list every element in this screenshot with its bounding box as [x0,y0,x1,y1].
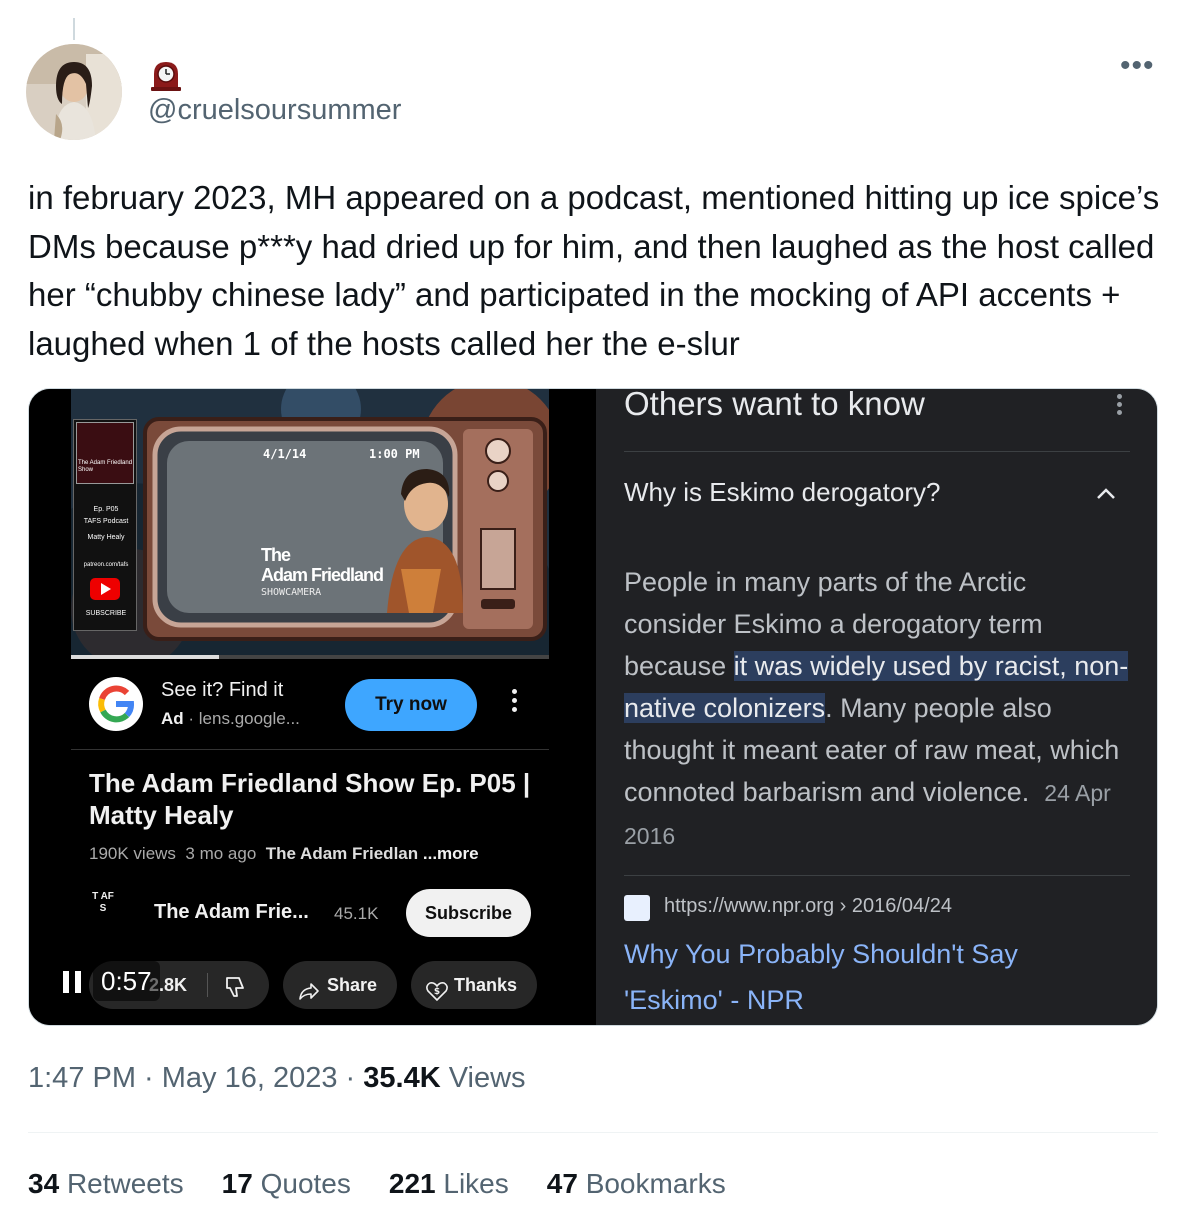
side-guest: Matty Healy [87,534,125,541]
thumb-show-line1: The [261,545,291,565]
ad-line: Ad · lens.google... [161,709,300,728]
video-meta: 190K views 3 mo ago The Adam Friedlan ..… [89,844,479,864]
more-options-icon[interactable]: ••• [1120,51,1164,86]
thumb-time: 1:00 PM [369,447,420,461]
thanks-label: Thanks [454,975,518,995]
section-more-icon[interactable] [1114,391,1124,421]
avatar[interactable] [26,44,122,140]
channel-logo-text: T AF S [92,891,114,914]
stat-retweets[interactable]: 34 Retweets [28,1168,184,1200]
stat-quotes[interactable]: 17 Quotes [222,1168,351,1200]
divider [624,451,1130,452]
stat-likes[interactable]: 221 Likes [389,1168,509,1200]
share-button[interactable]: Share [283,961,397,1009]
thumb-side-panel: The Adam Friedland Show Ep. P05 TAFS Pod… [73,419,137,631]
video-thumbnail[interactable]: 4/1/14 1:00 PM The Adam Friedland SHOWCA… [71,389,549,657]
likes-count: 221 [388,1168,436,1199]
bookmarks-label: Bookmarks [585,1168,726,1199]
likes-label: Likes [443,1168,509,1199]
try-now-button[interactable]: Try now [345,679,477,731]
dislike-icon[interactable] [221,971,249,999]
video-age: 3 mo ago [185,844,257,863]
subscriber-count: 45.1K [334,904,379,923]
ad-more-icon[interactable] [507,685,521,725]
more-link[interactable]: ...more [423,844,479,863]
ad-title: See it? Find it [161,679,284,701]
stat-bookmarks[interactable]: 47 Bookmarks [547,1168,726,1200]
divider [71,749,549,750]
thanks-icon: $ [425,973,449,1002]
pause-icon[interactable] [63,971,83,993]
side-ep: Ep. P05 [93,506,119,513]
engagement-stats: 34 Retweets 17 Quotes 221 Likes 47 Bookmark… [28,1168,764,1200]
youtube-screenshot[interactable]: 4/1/14 1:00 PM The Adam Friedland SHOWCA… [29,389,592,1025]
section-title: Others want to know [624,388,925,422]
video-views: 190K views [89,844,176,863]
google-logo-icon [89,677,143,731]
chevron-up-icon[interactable] [1094,485,1118,501]
divider [624,875,1130,876]
thumb-show-sub: SHOWCAMERA [261,587,322,598]
timestamp-text[interactable]: 1:47 PM · May 16, 2023 · [28,1062,363,1094]
answer-text: People in many parts of the Arctic consi… [624,561,1134,857]
side-subscribe: SUBSCRIBE [85,610,127,617]
source-favicon-icon [624,895,650,921]
side-title: The Adam Friedland Show [78,460,133,473]
side-patreon: patreon.com/tafs [83,562,129,568]
quotes-label: Quotes [260,1168,351,1199]
video-progress-fill [71,655,220,659]
thumb-show-line2: Adam Friedland [261,565,384,585]
question-text[interactable]: Why is Eskimo derogatory? [624,477,940,508]
tweet-text: in february 2023, MH appeared on a podca… [28,179,1160,362]
views-count: 35.4K [363,1062,441,1094]
subscribe-button[interactable]: Subscribe [406,889,531,937]
ad-url[interactable]: lens.google... [199,709,300,728]
youtube-logo-icon [90,578,120,600]
thanks-button[interactable]: $ Thanks [411,961,537,1009]
video-channel-short[interactable]: The Adam Friedlan [266,844,418,863]
tweet-media[interactable]: 4/1/14 1:00 PM The Adam Friedland SHOWCA… [28,388,1158,1026]
playback-time: 0:57 [93,961,160,1001]
source-title-link[interactable]: Why You Probably Shouldn't Say 'Eskimo' … [624,931,1104,1023]
thumb-date: 4/1/14 [263,447,307,461]
share-label: Share [327,975,378,995]
google-screenshot[interactable]: Others want to know Why is Eskimo deroga… [596,388,1157,1025]
views-label: Views [440,1062,526,1094]
quotes-count: 17 [221,1168,253,1199]
pill-divider [207,973,208,997]
retweets-label: Retweets [66,1168,184,1199]
video-title[interactable]: The Adam Friedland Show Ep. P05 | Matty … [89,767,549,831]
channel-logo[interactable]: T AF S [91,891,127,931]
thread-line [73,18,75,40]
divider [28,1132,1158,1133]
retweets-count: 34 [28,1168,60,1199]
author-handle[interactable]: @cruelsoursummer [148,94,401,127]
video-progress-bar[interactable] [71,655,549,659]
tweet-timestamp[interactable]: 1:47 PM · May 16, 2023 · 35.4K Views [28,1062,526,1095]
ad-label: Ad [161,709,184,728]
channel-name[interactable]: The Adam Frie... [154,901,309,924]
svg-text:$: $ [434,987,440,997]
source-url[interactable]: https://www.npr.org › 2016/04/24 [664,895,952,918]
clock-emoji-icon [148,58,184,92]
side-podcast: TAFS Podcast [83,518,129,525]
share-icon [297,973,321,1000]
bookmarks-count: 47 [546,1168,578,1199]
